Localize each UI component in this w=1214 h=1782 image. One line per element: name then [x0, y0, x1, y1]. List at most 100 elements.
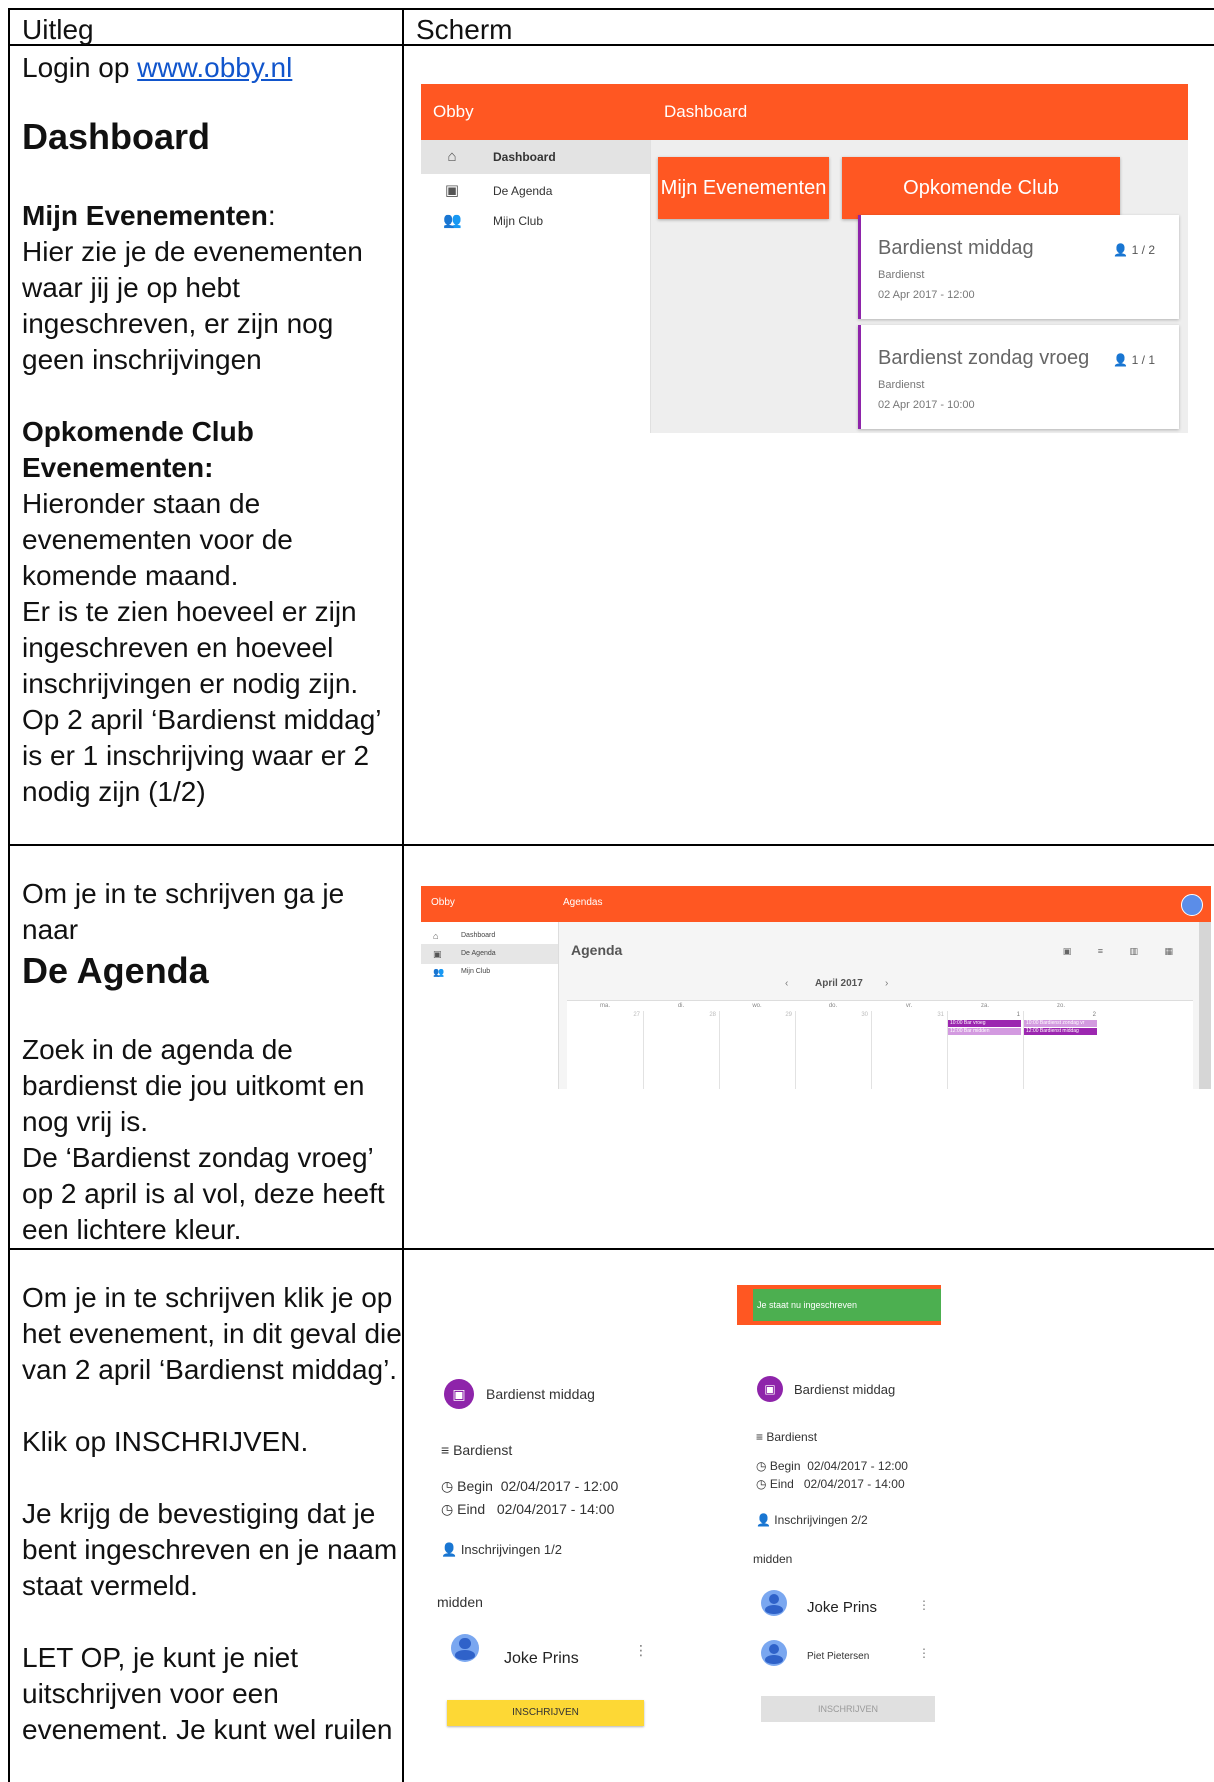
- agenda-scrollbar[interactable]: [1199, 922, 1211, 1089]
- day-number[interactable]: 27: [567, 1012, 640, 1018]
- app-brand[interactable]: Obby: [433, 102, 474, 122]
- day-number[interactable]: 28: [643, 1012, 716, 1018]
- sidebar-item-club[interactable]: 👥 Mijn Club: [421, 204, 650, 238]
- end-label: Eind: [457, 1501, 486, 1517]
- register-button[interactable]: INSCHRIJVEN: [447, 1700, 644, 1726]
- section-label: midden: [753, 1552, 793, 1566]
- event-title: Bardienst middag: [794, 1382, 896, 1397]
- calendar-event[interactable]: 12:00 Bardienst middag: [1024, 1028, 1097, 1035]
- sidebar-item-label: Mijn Club: [461, 968, 491, 975]
- event-count: 👤 1 / 2: [1113, 243, 1155, 257]
- calendar-event[interactable]: 12:00 Bar midden: [948, 1028, 1021, 1035]
- more-options-icon[interactable]: ⋮: [918, 1646, 930, 1660]
- begin-value: 02/04/2017 - 12:00: [500, 1478, 619, 1494]
- end-value: 02/04/2017 - 14:00: [803, 1477, 905, 1491]
- column-header-scherm: Scherm: [416, 14, 513, 45]
- group-icon: 👥: [443, 212, 462, 229]
- sidebar-item-label: De Agenda: [493, 184, 553, 198]
- mine-label: Mijn Evenementen: [22, 200, 268, 231]
- agenda-main: Agenda ▣ ≡ ▥ ▦ ‹ April 2017 › ma. di. wo…: [559, 922, 1199, 1089]
- person-name: Piet Pietersen: [807, 1651, 870, 1662]
- registrations-count: Inschrijvingen 2/2: [774, 1513, 868, 1527]
- event-type-line: ≡ Bardienst: [441, 1442, 512, 1458]
- registrations-line: 👤 Inschrijvingen 2/2: [756, 1513, 868, 1527]
- table-border-top: [8, 8, 1214, 10]
- agenda-title: Agenda: [571, 942, 623, 958]
- row3-explanation: Om je in te schrijven klik je op het eve…: [22, 1280, 402, 1748]
- obby-link[interactable]: www.obby.nl: [137, 52, 292, 83]
- avatar: [451, 1634, 479, 1662]
- event-detail-screenshot: ▣ Bardienst middag ≡ Bardienst ◷ Begin 0…: [421, 1264, 1211, 1774]
- table-border-left: [8, 8, 10, 1782]
- dashboard-heading: Dashboard: [22, 116, 211, 157]
- weekday-header: za.: [980, 1003, 989, 1009]
- agenda-sidebar: ⌂ Dashboard ▣ De Agenda 👥 Mijn Club: [421, 922, 559, 1089]
- calendar-event[interactable]: 10:00 Bar vroeg: [948, 1020, 1021, 1027]
- person-name: Joke Prins: [807, 1599, 878, 1616]
- home-icon: ⌂: [447, 148, 457, 165]
- column-divider: [402, 8, 404, 1782]
- register-button-disabled[interactable]: INSCHRIJVEN: [761, 1696, 935, 1722]
- day-number[interactable]: 1: [947, 1012, 1020, 1018]
- weekday-header: vr.: [905, 1003, 913, 1009]
- sidebar-item-dashboard[interactable]: ⌂ Dashboard: [421, 140, 650, 174]
- login-line: Login op www.obby.nl: [22, 50, 402, 86]
- next-month-button[interactable]: ›: [885, 978, 888, 989]
- notes-icon: ≡: [756, 1430, 767, 1444]
- event-title: Bardienst middag: [878, 237, 1034, 259]
- day-number[interactable]: 29: [719, 1012, 792, 1018]
- event-calendar-icon: ▣: [444, 1379, 474, 1409]
- app-brand[interactable]: Obby: [431, 897, 455, 908]
- dashboard-screenshot: Obby Dashboard ⌂ Dashboard ▣ De Agenda 👥…: [421, 84, 1188, 433]
- sidebar-item-label: De Agenda: [461, 950, 496, 957]
- event-card[interactable]: Bardienst middag Bardienst 02 Apr 2017 -…: [858, 215, 1179, 319]
- section-label: midden: [437, 1594, 483, 1610]
- day-number[interactable]: 2: [1023, 1012, 1096, 1018]
- calendar-event[interactable]: 10:00 Bardienst zondag vr: [1024, 1020, 1097, 1027]
- group-icon: 👥: [433, 967, 445, 977]
- agenda-text-1: Zoek in de agenda de bardienst die jou u…: [22, 1034, 365, 1137]
- detail-text-4: LET OP, je kunt je niet uitschrijven voo…: [22, 1642, 393, 1745]
- event-title: Bardienst middag: [486, 1386, 595, 1402]
- day-number[interactable]: 31: [871, 1012, 944, 1018]
- user-avatar[interactable]: [1181, 894, 1203, 916]
- sidebar-item-agenda[interactable]: ▣ De Agenda: [421, 944, 558, 964]
- view-switcher-icons[interactable]: ▣ ≡ ▥ ▦: [1063, 946, 1185, 957]
- day-column-divider: [795, 1011, 796, 1089]
- detail-text-3: Je krijg de bevestiging dat je bent inge…: [22, 1498, 398, 1601]
- registrations-count: Inschrijvingen 1/2: [460, 1542, 562, 1557]
- registrations-line: 👤 Inschrijvingen 1/2: [441, 1542, 562, 1558]
- end-label: Eind: [769, 1477, 794, 1491]
- prev-month-button[interactable]: ‹: [785, 978, 788, 989]
- event-card[interactable]: Bardienst zondag vroeg Bardienst 02 Apr …: [858, 325, 1179, 429]
- upcoming-label-text: Opkomende Club Evenementen:: [22, 416, 254, 483]
- clock-icon: ◷: [756, 1477, 770, 1491]
- event-end-line: ◷ Eind 02/04/2017 - 14:00: [756, 1477, 905, 1491]
- sidebar-item-club[interactable]: 👥 Mijn Club: [421, 962, 558, 982]
- event-type: Bardienst: [453, 1442, 513, 1458]
- dashboard-sidebar: ⌂ Dashboard ▣ De Agenda 👥 Mijn Club: [421, 140, 651, 433]
- mine-colon: :: [267, 200, 276, 231]
- agenda-heading: De Agenda: [22, 950, 209, 991]
- sidebar-item-dashboard[interactable]: ⌂ Dashboard: [421, 926, 558, 946]
- avatar: [761, 1640, 787, 1666]
- event-type: Bardienst: [766, 1430, 818, 1444]
- sidebar-item-agenda[interactable]: ▣ De Agenda: [421, 174, 650, 208]
- row2-explanation: Om je in te schrijven ga je naar De Agen…: [22, 876, 402, 1248]
- more-options-icon[interactable]: ⋮: [634, 1642, 648, 1659]
- upcoming-text-3: Op 2 april ‘Bardienst middag’ is er 1 in…: [22, 704, 381, 807]
- sidebar-item-label: Dashboard: [493, 150, 556, 164]
- agenda-app-bar: Obby Agendas: [421, 886, 1211, 922]
- mine-text: Hier zie je de evenementen waar jij je o…: [22, 236, 363, 375]
- login-prefix: Login op: [22, 52, 138, 83]
- dashboard-app-bar: Obby Dashboard: [421, 84, 1188, 140]
- more-options-icon[interactable]: ⋮: [918, 1598, 930, 1612]
- avatar: [761, 1590, 787, 1616]
- column-header-uitleg: Uitleg: [22, 14, 94, 45]
- row1-explanation: Login op www.obby.nl Dashboard Mijn Even…: [22, 50, 402, 810]
- day-number[interactable]: 30: [795, 1012, 868, 1018]
- event-type: Bardienst: [878, 379, 925, 391]
- upcoming-text-2: Er is te zien hoeveel er zijn ingeschrev…: [22, 596, 359, 699]
- upcoming-label: Opkomende Club Evenementen:: [22, 414, 402, 486]
- detail-text-2: Klik op INSCHRIJVEN.: [22, 1426, 309, 1457]
